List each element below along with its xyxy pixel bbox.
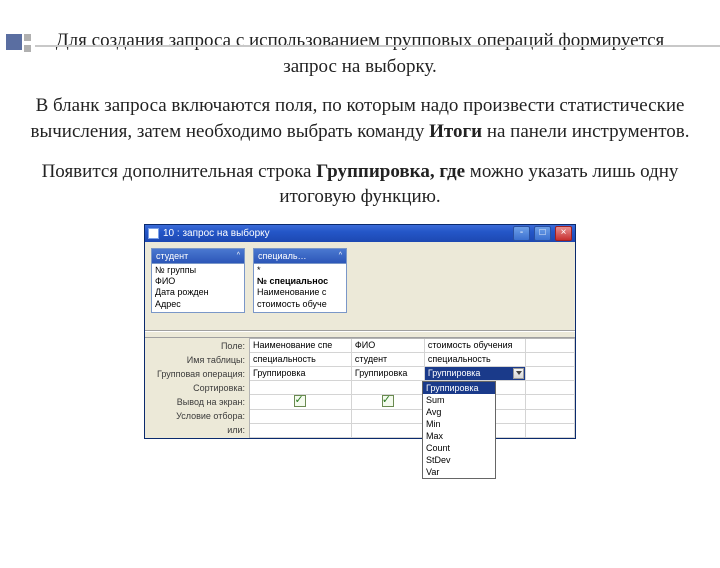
maximize-button[interactable]: □ <box>534 226 551 241</box>
grid-cell[interactable]: студент <box>351 352 424 366</box>
grid-cell[interactable] <box>351 394 424 409</box>
dropdown-option[interactable]: Max <box>423 430 495 442</box>
query-grid-pane: Поле: Имя таблицы: Групповая операция: С… <box>145 338 575 438</box>
field-item[interactable]: Дата рожден <box>155 287 241 298</box>
field-item-key[interactable]: № специальнос <box>257 276 343 287</box>
grid-cell[interactable]: Группировка <box>250 366 351 380</box>
field-item[interactable]: ФИО <box>155 276 241 287</box>
grid-cell[interactable] <box>526 352 575 366</box>
grid-cell[interactable] <box>351 409 424 423</box>
row-field: Наименование спе ФИО стоимость обучения <box>250 339 575 353</box>
field-item[interactable]: * <box>257 265 343 276</box>
grid-cell[interactable] <box>351 423 424 437</box>
dropdown-option[interactable]: Var <box>423 466 495 478</box>
grid-cell[interactable] <box>250 423 351 437</box>
grid-cell[interactable] <box>250 409 351 423</box>
grid-cell[interactable]: стоимость обучения <box>424 339 525 353</box>
slide-decoration <box>6 32 720 52</box>
grid-cell[interactable] <box>526 339 575 353</box>
row-label-groupop: Групповая операция: <box>145 367 245 381</box>
grid-cell-active-dropdown[interactable]: Группировка <box>424 366 525 380</box>
dropdown-arrow-icon[interactable] <box>513 368 524 379</box>
grid-cell[interactable] <box>526 423 575 437</box>
row-groupop: Группировка Группировка Группировка <box>250 366 575 380</box>
row-table: специальность студент специальность <box>250 352 575 366</box>
window-titlebar[interactable]: 10 : запрос на выборку ‐ □ × <box>145 225 575 242</box>
field-item[interactable]: стоимость обуче <box>257 299 343 310</box>
row-label-table: Имя таблицы: <box>145 353 245 367</box>
grid-cell[interactable] <box>351 380 424 394</box>
field-item[interactable]: Наименование с <box>257 287 343 298</box>
row-label-sort: Сортировка: <box>145 381 245 395</box>
show-checkbox[interactable] <box>294 395 306 407</box>
row-show <box>250 394 575 409</box>
table-header: специаль… <box>258 251 307 261</box>
row-sort <box>250 380 575 394</box>
grid-cell[interactable] <box>526 394 575 409</box>
row-or <box>250 423 575 437</box>
grid-cell[interactable]: специальность <box>424 352 525 366</box>
window-title: 10 : запрос на выборку <box>163 228 509 239</box>
grid-cell[interactable] <box>526 380 575 394</box>
close-button[interactable]: × <box>555 226 572 241</box>
collapse-icon[interactable]: ^ <box>237 252 240 259</box>
dropdown-option[interactable]: Sum <box>423 394 495 406</box>
paragraph-3: Появится дополнительная строка Группиров… <box>30 159 690 210</box>
table-specialty[interactable]: специаль… ^ * № специальнос Наименование … <box>253 248 347 313</box>
dropdown-option[interactable]: StDev <box>423 454 495 466</box>
grid-cell[interactable]: Группировка <box>351 366 424 380</box>
grid-cell[interactable] <box>250 394 351 409</box>
row-label-or: или: <box>145 423 245 437</box>
row-label-show: Вывод на экран: <box>145 395 245 409</box>
grid-cell[interactable] <box>526 409 575 423</box>
groupop-dropdown-list[interactable]: Группировка Sum Avg Min Max Count StDev … <box>422 381 496 479</box>
dropdown-option[interactable]: Avg <box>423 406 495 418</box>
minimize-button[interactable]: ‐ <box>513 226 530 241</box>
show-checkbox[interactable] <box>382 395 394 407</box>
table-student-fields[interactable]: № группы ФИО Дата рожден Адрес <box>152 264 244 312</box>
collapse-icon[interactable]: ^ <box>339 252 342 259</box>
row-criteria <box>250 409 575 423</box>
row-label-criteria: Условие отбора: <box>145 409 245 423</box>
grid-cell[interactable]: ФИО <box>351 339 424 353</box>
grid-row-labels: Поле: Имя таблицы: Групповая операция: С… <box>145 338 249 438</box>
access-query-window: 10 : запрос на выборку ‐ □ × студент ^ № … <box>144 224 576 439</box>
grid-cell[interactable]: специальность <box>250 352 351 366</box>
field-item[interactable]: № группы <box>155 265 241 276</box>
grid-cell[interactable] <box>250 380 351 394</box>
app-icon <box>148 228 159 239</box>
dropdown-option[interactable]: Count <box>423 442 495 454</box>
tables-pane: студент^ № группы ФИО Дата рожден Адрес … <box>145 242 575 331</box>
grid-cell[interactable]: Наименование спе <box>250 339 351 353</box>
table-student[interactable]: студент ^ № группы ФИО Дата рожден Адрес <box>151 248 245 313</box>
pane-splitter[interactable] <box>145 331 575 338</box>
grid-cell[interactable] <box>526 366 575 380</box>
dropdown-option[interactable]: Группировка <box>423 382 495 394</box>
table-header: студент <box>156 251 188 261</box>
query-grid[interactable]: Наименование спе ФИО стоимость обучения … <box>249 338 575 438</box>
slide-text: Для создания запроса с использованием гр… <box>30 28 690 210</box>
field-item[interactable]: Адрес <box>155 299 241 310</box>
row-label-field: Поле: <box>145 339 245 353</box>
dropdown-option[interactable]: Min <box>423 418 495 430</box>
paragraph-2: В бланк запроса включаются поля, по кото… <box>30 93 690 144</box>
table-specialty-fields[interactable]: * № специальнос Наименование с стоимость… <box>254 264 346 312</box>
